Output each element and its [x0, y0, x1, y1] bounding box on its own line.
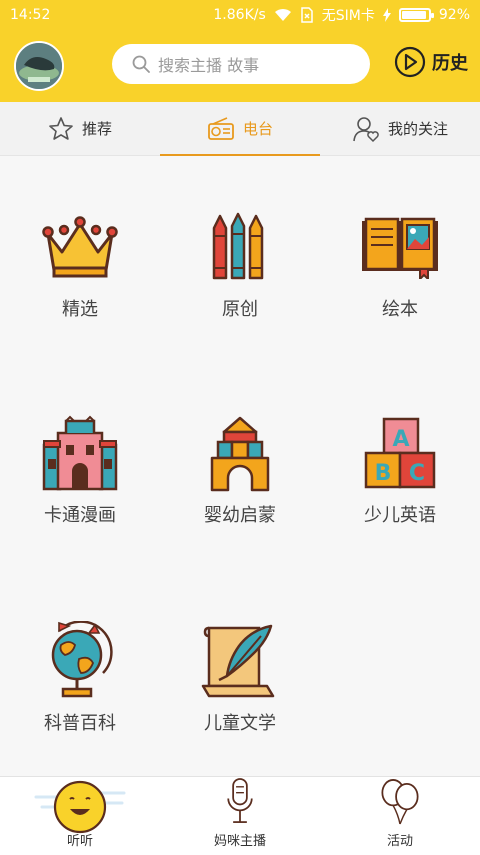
top-tabs: 推荐 电台 我的关注 — [0, 102, 480, 156]
nav-label: 妈咪主播 — [213, 834, 266, 849]
sim-status: 无SIM卡 — [321, 8, 375, 24]
user-heart-icon — [353, 116, 379, 142]
svg-text:B: B — [375, 461, 392, 486]
tab-label: 我的关注 — [387, 120, 448, 138]
nav-label: 活动 — [386, 834, 413, 849]
network-speed: 1.86K/s — [213, 7, 266, 23]
battery-icon — [398, 8, 434, 22]
category-label: 少儿英语 — [364, 505, 436, 526]
picture-book-icon — [362, 217, 438, 279]
search-placeholder: 搜索主播 故事 — [158, 56, 260, 75]
smiley-face-icon — [34, 780, 126, 834]
status-time: 14:52 — [10, 7, 51, 23]
bottom-nav: 听听 妈咪主播 活动 — [0, 776, 480, 855]
category-label: 儿童文学 — [204, 713, 276, 734]
crayons-icon — [212, 212, 264, 280]
category-original[interactable]: 原创 — [160, 207, 320, 321]
search-icon — [132, 55, 150, 73]
globe-icon — [51, 621, 113, 698]
microphone-icon — [227, 778, 253, 823]
category-cartoon[interactable]: 卡通漫画 — [0, 413, 160, 527]
wifi-icon — [274, 8, 291, 21]
category-grid: 精选 原创 绘本 卡通漫画 婴幼启蒙 A B C 少儿英语 科普百科 儿童文学 — [0, 157, 480, 775]
category-label: 原创 — [222, 299, 258, 320]
category-english[interactable]: A B C 少儿英语 — [320, 413, 480, 527]
category-label: 婴幼启蒙 — [204, 505, 276, 526]
category-literature[interactable]: 儿童文学 — [160, 621, 320, 735]
sim-card-icon — [301, 7, 313, 23]
category-label: 科普百科 — [44, 713, 116, 734]
abc-blocks-icon: A B C — [364, 417, 436, 489]
history-label: 历史 — [432, 53, 468, 74]
category-label: 卡通漫画 — [44, 505, 116, 526]
tab-label: 推荐 — [81, 120, 112, 138]
tab-radio[interactable]: 电台 — [160, 102, 320, 156]
tab-recommend[interactable]: 推荐 — [0, 102, 160, 155]
avatar[interactable] — [14, 41, 64, 91]
search-bar[interactable]: 搜索主播 故事 — [112, 44, 370, 84]
star-icon — [49, 116, 73, 140]
tab-following[interactable]: 我的关注 — [320, 102, 480, 155]
category-label: 精选 — [62, 299, 98, 320]
svg-text:A: A — [392, 427, 409, 452]
status-bar: 14:52 1.86K/s 无SIM卡 92% — [0, 0, 480, 30]
svg-text:C: C — [409, 461, 425, 486]
category-picture-book[interactable]: 绘本 — [320, 207, 480, 321]
crown-icon — [42, 216, 118, 278]
play-history-icon — [394, 46, 426, 78]
radio-icon — [208, 116, 234, 140]
category-early-education[interactable]: 婴幼启蒙 — [160, 413, 320, 527]
battery-level — [401, 11, 426, 19]
tab-label: 电台 — [242, 120, 273, 138]
balloons-icon — [381, 779, 419, 825]
castle-icon — [42, 415, 118, 491]
charging-icon — [382, 8, 391, 22]
category-science[interactable]: 科普百科 — [0, 621, 160, 735]
history-button[interactable]: 历史 — [394, 46, 468, 78]
battery — [398, 8, 434, 22]
battery-percent: 92% — [438, 7, 470, 23]
nav-listen[interactable]: 听听 — [0, 777, 160, 855]
header: 搜索主播 故事 历史 — [0, 30, 480, 102]
blocks-icon — [210, 416, 270, 492]
category-label: 绘本 — [382, 299, 418, 320]
status-indicators: 1.86K/s 无SIM卡 92% — [213, 5, 470, 25]
nav-activities[interactable]: 活动 — [320, 777, 480, 855]
scroll-quill-icon — [201, 624, 275, 698]
nav-mom-host[interactable]: 妈咪主播 — [160, 777, 320, 855]
category-featured[interactable]: 精选 — [0, 207, 160, 321]
